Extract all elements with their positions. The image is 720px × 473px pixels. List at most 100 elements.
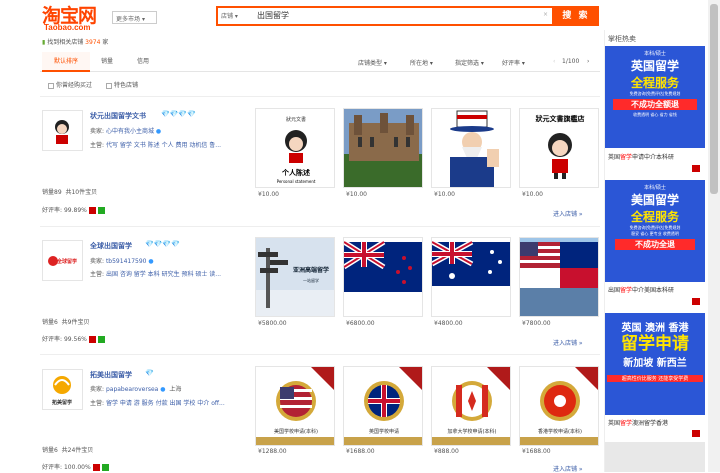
verified-icon: ● [148, 258, 154, 265]
guarantee-icon [88, 336, 96, 343]
sidebar-ad[interactable]: 英国 澳洲 香港 留学申请 新加坡 新西兰 超高性价比服务 还能享受学费 [605, 313, 705, 415]
seller-link[interactable]: tb591417590 [106, 258, 147, 265]
clear-icon[interactable]: × [543, 11, 548, 18]
main-business: 主营: 留学 申请 游 服务 付款 出国 学校 中介 off... [90, 400, 225, 407]
product-price: ¥5800.00 [258, 320, 287, 327]
svg-text:一站留学: 一站留学 [303, 277, 319, 283]
product-price: ¥1288.00 [258, 448, 287, 455]
product-price: ¥7800.00 [522, 320, 551, 327]
filter-rating[interactable]: 好评率 ▾ [502, 58, 525, 67]
seller-info: 卖家: 心中有我小主商城 ● [90, 128, 162, 135]
product-image[interactable]: 亚洲高端留学 一站留学 [255, 237, 335, 317]
divider [40, 354, 600, 355]
shop-rating: 好评率: 99.56% [42, 334, 105, 343]
cart-icon[interactable] [692, 430, 700, 437]
product-image[interactable] [343, 237, 423, 317]
result-count: ▮ 找到相关店铺 3974 家 [42, 39, 109, 46]
shop-logo[interactable]: 拓美留学 [42, 369, 83, 410]
main-business: 主营: 代写 留学 文书 陈述 个人 费用 动机信 鲁... [90, 142, 222, 149]
refund-icon [97, 336, 105, 343]
divider [40, 226, 600, 227]
enter-shop-link[interactable]: 进入店铺 » [553, 209, 583, 218]
product-price: ¥6800.00 [346, 320, 375, 327]
seller-link[interactable]: 心中有我小主商城 [106, 128, 154, 135]
sidebar-ad-partial[interactable] [605, 442, 705, 472]
checkbox-purchased[interactable]: 你曾经购买过 [48, 80, 92, 89]
sidebar-ad[interactable]: 本科/硕士 美国留学 全程服务 免费咨询|免费评估|免费规划 稳妥 省心 更专业… [605, 180, 705, 282]
product-price: ¥1688.00 [346, 448, 375, 455]
checkbox-featured[interactable]: 特色店铺 [106, 80, 138, 89]
product-image[interactable] [519, 237, 599, 317]
main-business: 主营: 出国 咨询 留学 本科 研究生 预科 硕士 读... [90, 271, 222, 278]
shop-name[interactable]: 状元出国留学文书 [90, 111, 146, 121]
product-price: ¥10.00 [434, 191, 455, 198]
product-price: ¥10.00 [258, 191, 279, 198]
product-image[interactable]: 狀元文書 个人陈述 Personal statement [255, 108, 335, 188]
product-image[interactable]: 香港学校申请(本科) [519, 366, 599, 446]
tab-credit[interactable]: 信用 [126, 52, 160, 72]
refund-icon [97, 207, 105, 214]
shop-logo[interactable] [42, 110, 83, 151]
sidebar-ad-caption[interactable]: 英国留学澳洲留学香港 [608, 418, 708, 427]
chevron-down-icon: ▾ [141, 16, 145, 23]
product-image[interactable] [343, 108, 423, 188]
next-page-icon[interactable]: › [587, 58, 589, 65]
shop-sales: 销量6 共24件宝贝 [42, 447, 94, 454]
sidebar-ad-caption[interactable]: 英国留学申请中介本科研 [608, 152, 708, 161]
divider [40, 96, 600, 97]
product-image[interactable] [431, 237, 511, 317]
svg-text:狀元文書旗艦店: 狀元文書旗艦店 [536, 114, 585, 123]
filter-specified[interactable]: 指定筛选 ▾ [455, 58, 484, 67]
credit-gems-icon: 💎 [145, 369, 154, 377]
verified-icon: ● [155, 128, 162, 135]
enter-shop-link[interactable]: 进入店铺 » [553, 338, 583, 347]
shop-name[interactable]: 拓美出国留学 [90, 370, 132, 380]
shop-logo[interactable]: 全球留学 [42, 240, 83, 281]
search-type-select[interactable]: 店铺 ▾ [221, 11, 238, 20]
product-image[interactable]: 美国学校申请(本科) [255, 366, 335, 446]
product-image[interactable]: 狀元文書旗艦店 [519, 108, 599, 188]
product-caption: 英国学校申请 [369, 428, 399, 435]
seller-link[interactable]: papabearoversea [106, 386, 158, 393]
product-caption: 香港学校申请(本科) [538, 428, 582, 435]
product-price: ¥10.00 [522, 191, 543, 198]
sidebar-ad[interactable]: 本科/硕士 英国留学 全程服务 免费咨询|免费评估|免费规划 不成功全额退 收费… [605, 46, 705, 148]
seller-info: 卖家: tb591417590 ● [90, 258, 154, 265]
market-dropdown[interactable]: 更多市场 ▾ [112, 11, 157, 24]
tab-sales[interactable]: 销量 [90, 52, 124, 72]
product-image[interactable]: 英国学校申请 [343, 366, 423, 446]
product-caption: 加拿大学校申请(本科) [448, 428, 497, 435]
taobao-logo-en[interactable]: Taobao.com [44, 23, 91, 32]
shop-name[interactable]: 全球出国留学 [90, 241, 132, 251]
sidebar-ad-caption[interactable]: 出国留学中介美国本科研 [608, 285, 708, 294]
product-price: ¥10.00 [346, 191, 367, 198]
prev-page-icon[interactable]: ‹ [553, 58, 555, 65]
tab-default-sort[interactable]: 默认排序 [42, 52, 90, 72]
market-label: 更多市场 [116, 16, 141, 23]
shop-sales: 销量6 共9件宝贝 [42, 319, 90, 326]
product-price: ¥1688.00 [522, 448, 551, 455]
filter-shop-type[interactable]: 店铺类型 ▾ [358, 58, 387, 67]
guarantee-icon [92, 464, 100, 471]
search-button[interactable]: 搜 索 [553, 6, 599, 26]
scrollbar-thumb[interactable] [710, 4, 718, 194]
svg-text:全球留学: 全球留学 [56, 258, 77, 265]
product-image[interactable] [431, 108, 511, 188]
refund-icon [101, 464, 109, 471]
product-caption: 美国学校申请(本科) [274, 428, 318, 435]
product-image[interactable]: 加拿大学校申请(本科) [431, 366, 511, 446]
search-input[interactable]: 出国留学 [257, 10, 289, 21]
shop-rating: 好评率: 100.00% [42, 462, 109, 471]
pager-text: 1/100 [562, 58, 580, 65]
verified-icon: ● [160, 386, 166, 393]
svg-text:拓美留学: 拓美留学 [52, 399, 72, 406]
credit-gems-icon: 💎💎💎💎 [161, 110, 196, 118]
product-price: ¥888.00 [434, 448, 459, 455]
shop-location: 上海 [169, 386, 182, 393]
cart-icon[interactable] [692, 165, 700, 172]
cart-icon[interactable] [692, 298, 700, 305]
svg-text:狀元文書: 狀元文書 [286, 116, 306, 123]
guarantee-icon [88, 207, 96, 214]
filter-location[interactable]: 所在地 ▾ [410, 58, 433, 67]
credit-gems-icon: 💎💎💎💎 [145, 240, 180, 248]
